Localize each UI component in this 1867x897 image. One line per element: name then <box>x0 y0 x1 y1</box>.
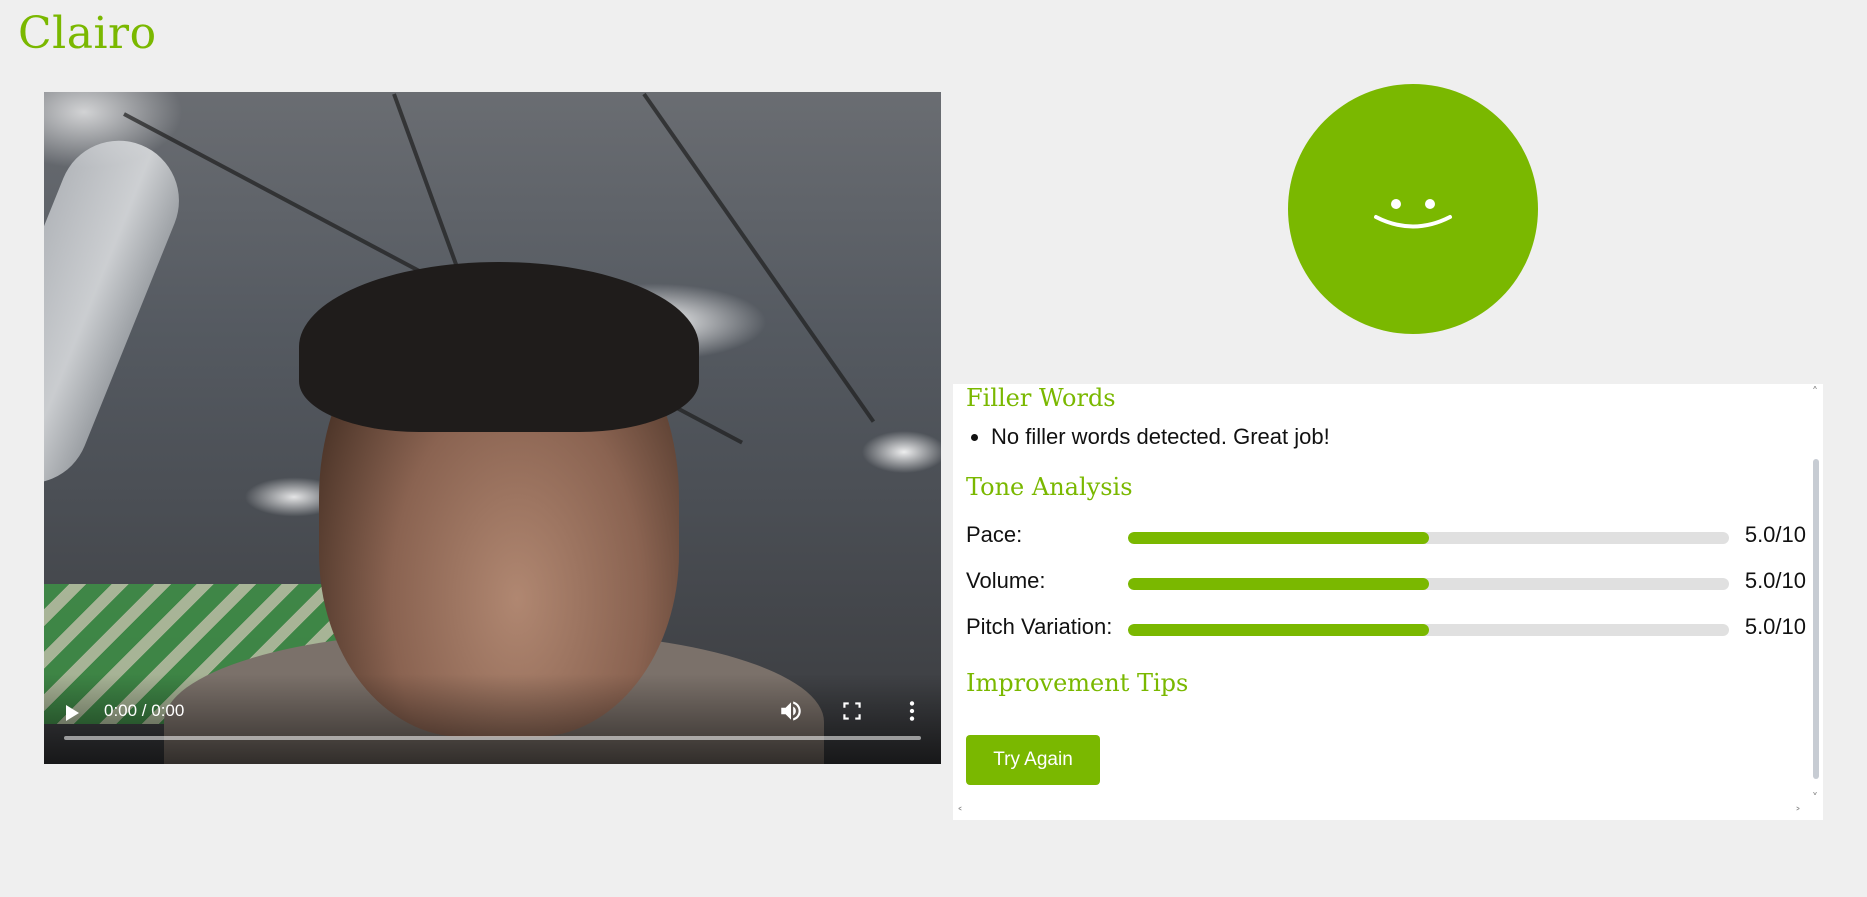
scroll-up-icon[interactable]: ˄ <box>1812 386 1818 398</box>
metric-bar-fill <box>1128 532 1429 544</box>
video-player[interactable]: 0:00 / 0:00 <box>44 92 941 764</box>
metric-value: 5.0/10 <box>1744 522 1806 547</box>
scroll-down-icon[interactable]: ˅ <box>1812 792 1818 804</box>
metric-label: Volume: <box>966 568 1046 593</box>
video-progress-bar[interactable] <box>64 736 921 740</box>
metric-bar-fill <box>1128 624 1429 636</box>
metric-bar-fill <box>1128 578 1429 590</box>
scrollbar-thumb[interactable] <box>1813 459 1819 779</box>
filler-words-heading: Filler Words <box>966 384 1116 412</box>
try-again-button[interactable]: Try Again <box>966 735 1100 785</box>
improvement-tips-heading: Improvement Tips <box>966 669 1189 697</box>
fullscreen-icon[interactable] <box>839 698 865 724</box>
play-icon[interactable] <box>66 705 79 721</box>
metric-row-pitch-variation: Pitch Variation: 5.0/10 <box>966 614 1806 644</box>
vertical-scrollbar[interactable]: ˄ ˅ <box>1809 384 1823 806</box>
more-options-icon[interactable] <box>899 698 925 724</box>
list-item: No filler words detected. Great job! <box>991 424 1330 450</box>
metric-bar <box>1128 578 1729 590</box>
metric-value: 5.0/10 <box>1744 614 1806 639</box>
volume-icon[interactable] <box>778 698 804 724</box>
tone-analysis-heading: Tone Analysis <box>966 473 1133 501</box>
feedback-panel[interactable]: Filler Words No filler words detected. G… <box>953 384 1823 820</box>
app-title: Clairo <box>18 8 157 59</box>
video-frame <box>44 92 941 764</box>
metric-label: Pitch Variation: <box>966 614 1113 639</box>
metric-bar <box>1128 624 1729 636</box>
scroll-right-icon[interactable]: ˃ <box>1795 807 1801 819</box>
filler-words-list: No filler words detected. Great job! <box>966 424 1330 450</box>
metric-label: Pace: <box>966 522 1023 547</box>
metric-bar <box>1128 532 1729 544</box>
video-time: 0:00 / 0:00 <box>104 701 185 720</box>
metric-row-pace: Pace: 5.0/10 <box>966 522 1806 552</box>
horizontal-scrollbar[interactable]: ˂ ˃ <box>953 806 1809 820</box>
metric-row-volume: Volume: 5.0/10 <box>966 568 1806 598</box>
metric-value: 5.0/10 <box>1744 568 1806 593</box>
scroll-left-icon[interactable]: ˂ <box>957 807 963 819</box>
video-controls: 0:00 / 0:00 <box>44 674 941 764</box>
smiley-face-icon <box>1288 84 1538 334</box>
